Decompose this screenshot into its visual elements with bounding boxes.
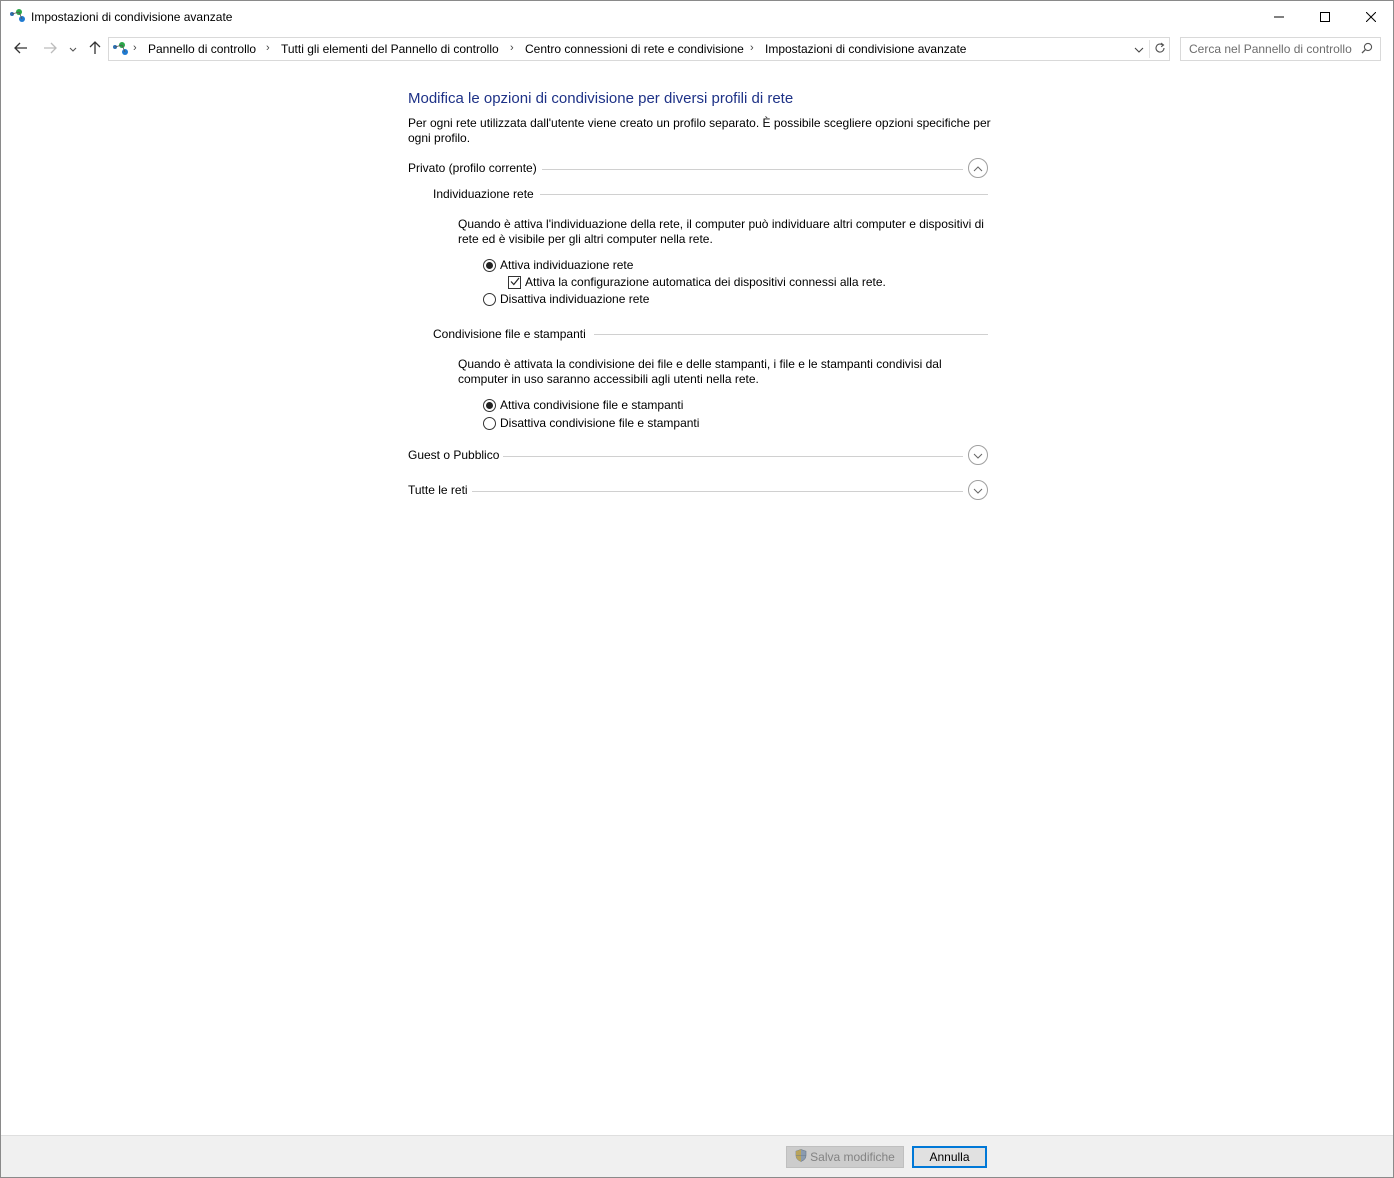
- checkmark-icon: [510, 275, 520, 289]
- page-title: Modifica le opzioni di condivisione per …: [408, 90, 794, 107]
- arrow-up-icon: [89, 40, 101, 58]
- up-button[interactable]: [84, 38, 106, 60]
- page-intro: Per ogni rete utilizzata dall'utente vie…: [408, 116, 991, 145]
- search-icon[interactable]: [1361, 42, 1373, 57]
- file-sharing-on-option[interactable]: Attiva condivisione file e stampanti: [483, 397, 683, 413]
- breadcrumb-separator[interactable]: ›: [266, 42, 270, 54]
- forward-button[interactable]: [39, 38, 61, 60]
- breadcrumb-all-items[interactable]: Tutti gli elementi del Pannello di contr…: [281, 42, 499, 56]
- network-center-icon: [9, 8, 27, 24]
- profile-guest-label[interactable]: Guest o Pubblico: [408, 448, 504, 462]
- auto-config-checkbox[interactable]: [508, 275, 521, 289]
- back-button[interactable]: [10, 38, 32, 60]
- title-bar: Impostazioni di condivisione avanzate: [1, 1, 1393, 32]
- recent-locations-button[interactable]: [65, 38, 81, 60]
- network-discovery-heading: Individuazione rete: [433, 187, 534, 201]
- expand-guest-button[interactable]: [968, 445, 988, 465]
- chevron-down-icon: [973, 448, 983, 462]
- cancel-button-label: Annulla: [929, 1150, 970, 1164]
- file-sharing-on-radio[interactable]: [483, 398, 496, 412]
- profile-all-header[interactable]: Tutte le reti: [408, 480, 988, 503]
- chevron-down-icon: [69, 42, 77, 56]
- file-sharing-off-radio[interactable]: [483, 416, 496, 430]
- file-sharing-header: Condivisione file e stampanti: [433, 327, 988, 343]
- breadcrumb-separator[interactable]: ›: [133, 42, 137, 54]
- network-discovery-description: Quando è attiva l'individuazione della r…: [458, 217, 984, 246]
- profile-private-label[interactable]: Privato (profilo corrente): [408, 161, 541, 175]
- profile-private-header[interactable]: Privato (profilo corrente): [408, 158, 988, 181]
- file-sharing-description: Quando è attivata la condivisione dei fi…: [458, 357, 942, 386]
- arrow-left-icon: [14, 42, 28, 57]
- chevron-up-icon: [973, 161, 983, 175]
- auto-config-option[interactable]: Attiva la configurazione automatica dei …: [508, 274, 886, 290]
- network-discovery-on-option[interactable]: Attiva individuazione rete: [483, 257, 633, 273]
- breadcrumb-network-center[interactable]: Centro connessioni di rete e condivision…: [525, 42, 744, 56]
- navigation-bar: › Pannello di controllo › Tutti gli elem…: [1, 32, 1393, 65]
- breadcrumb-separator[interactable]: ›: [510, 42, 514, 54]
- divider: [503, 456, 963, 457]
- minimize-button[interactable]: [1256, 1, 1302, 32]
- search-box[interactable]: [1180, 37, 1381, 61]
- network-discovery-header: Individuazione rete: [433, 187, 988, 203]
- window: Impostazioni di condivisione avanzate › …: [0, 0, 1394, 1178]
- save-button[interactable]: Salva modifiche: [786, 1146, 904, 1168]
- breadcrumb-advanced-sharing[interactable]: Impostazioni di condivisione avanzate: [765, 42, 966, 56]
- divider: [472, 491, 963, 492]
- address-history-button[interactable]: [1130, 38, 1148, 60]
- expand-all-button[interactable]: [968, 480, 988, 500]
- auto-config-label[interactable]: Attiva la configurazione automatica dei …: [525, 275, 886, 289]
- divider: [1149, 40, 1150, 58]
- profile-guest-header[interactable]: Guest o Pubblico: [408, 445, 988, 468]
- network-discovery-on-radio[interactable]: [483, 258, 496, 272]
- refresh-icon: [1154, 42, 1166, 57]
- network-discovery-off-radio[interactable]: [483, 292, 496, 306]
- footer-bar: Salva modifiche Annulla: [1, 1135, 1393, 1177]
- arrow-right-icon: [43, 42, 57, 57]
- file-sharing-off-option[interactable]: Disattiva condivisione file e stampanti: [483, 415, 699, 431]
- close-button[interactable]: [1348, 1, 1394, 32]
- breadcrumb-separator[interactable]: ›: [750, 42, 754, 54]
- divider: [594, 334, 988, 335]
- profile-all-label[interactable]: Tutte le reti: [408, 483, 472, 497]
- content-area: Modifica le opzioni di condivisione per …: [1, 65, 1393, 1135]
- breadcrumb-control-panel[interactable]: Pannello di controllo: [148, 42, 256, 56]
- network-discovery-off-option[interactable]: Disattiva individuazione rete: [483, 291, 649, 307]
- window-title: Impostazioni di condivisione avanzate: [31, 10, 233, 24]
- collapse-private-button[interactable]: [968, 158, 988, 178]
- maximize-icon: [1320, 11, 1330, 22]
- file-sharing-heading: Condivisione file e stampanti: [433, 327, 586, 341]
- file-sharing-off-label[interactable]: Disattiva condivisione file e stampanti: [500, 416, 699, 430]
- network-discovery-off-label[interactable]: Disattiva individuazione rete: [500, 292, 649, 306]
- divider: [542, 169, 963, 170]
- chevron-down-icon: [1134, 42, 1144, 56]
- maximize-button[interactable]: [1302, 1, 1348, 32]
- uac-shield-icon: [795, 1149, 807, 1165]
- search-input[interactable]: [1181, 38, 1359, 60]
- address-bar[interactable]: › Pannello di controllo › Tutti gli elem…: [108, 37, 1170, 61]
- close-icon: [1366, 11, 1376, 22]
- refresh-button[interactable]: [1151, 38, 1169, 60]
- divider: [540, 194, 988, 195]
- file-sharing-on-label[interactable]: Attiva condivisione file e stampanti: [500, 398, 683, 412]
- save-button-label: Salva modifiche: [810, 1150, 895, 1164]
- minimize-icon: [1274, 12, 1284, 22]
- network-discovery-on-label[interactable]: Attiva individuazione rete: [500, 258, 633, 272]
- cancel-button[interactable]: Annulla: [912, 1146, 987, 1168]
- chevron-down-icon: [973, 483, 983, 497]
- network-center-icon: [112, 41, 130, 57]
